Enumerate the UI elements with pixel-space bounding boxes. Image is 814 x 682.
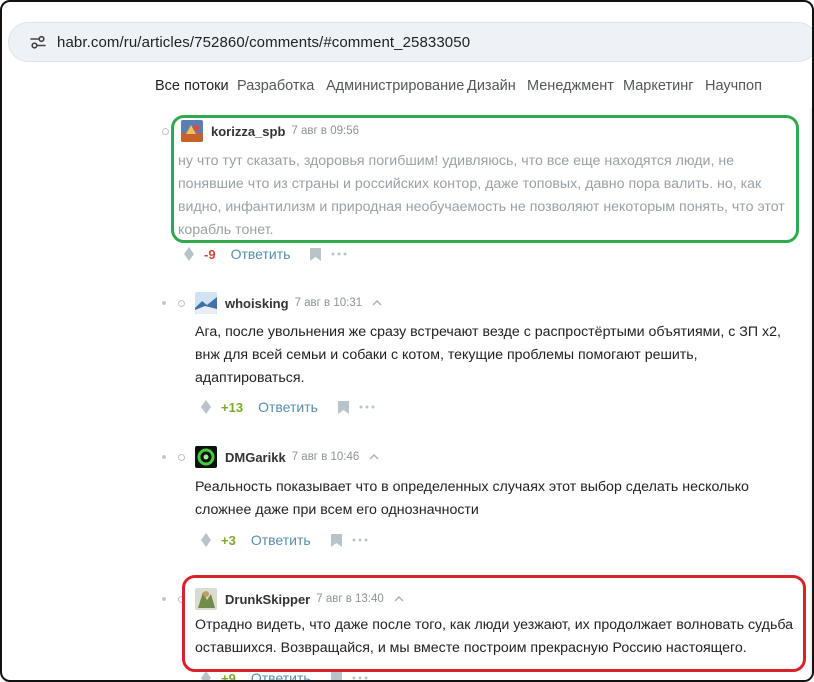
comment-actions: +3 Ответить	[201, 532, 368, 548]
comment-actions: +13 Ответить	[201, 399, 375, 415]
comment-time[interactable]: 7 авг в 10:46	[292, 451, 360, 463]
comment-score: -9	[204, 246, 216, 262]
thread-marker	[178, 453, 185, 461]
avatar[interactable]	[195, 292, 217, 314]
comment-author[interactable]: korizza_spb	[211, 124, 285, 139]
comments-card: korizza_spb 7 авг в 09:56 ну что тут ска…	[104, 108, 810, 682]
comment-actions: +9 Ответить	[201, 670, 368, 682]
reply-button[interactable]: Ответить	[251, 670, 311, 680]
habr-page: Все потоки Разработка Администрирование …	[104, 68, 812, 682]
comment-time[interactable]: 7 авг в 10:31	[295, 297, 363, 309]
screenshot-frame: habr.com/ru/articles/752860/comments/#co…	[0, 0, 814, 682]
reply-button[interactable]: Ответить	[258, 399, 318, 415]
chevron-up-icon[interactable]	[372, 300, 382, 306]
vote-arrow-icon[interactable]	[184, 247, 194, 261]
bookmark-icon[interactable]	[330, 533, 342, 547]
comment-actions: -9 Ответить	[184, 246, 347, 262]
comment-header: korizza_spb 7 авг в 09:56	[162, 120, 359, 142]
thread-marker	[162, 301, 166, 305]
comment-score: +13	[221, 399, 244, 415]
avatar[interactable]	[195, 446, 217, 468]
thread-marker	[178, 595, 185, 603]
comment-text: Ага, после увольнения же сразу встречают…	[195, 324, 781, 386]
nav-item-development[interactable]: Разработка	[237, 78, 314, 94]
reply-button[interactable]: Ответить	[231, 246, 291, 262]
reply-button[interactable]: Ответить	[251, 532, 311, 548]
comment-score: +3	[221, 532, 236, 548]
flows-nav: Все потоки Разработка Администрирование …	[104, 68, 812, 108]
more-icon[interactable]	[359, 405, 375, 409]
comment-text: ну что тут сказать, здоровья погибшим! у…	[178, 153, 785, 238]
comment-text: Отрадно видеть, что даже после того, как…	[195, 617, 794, 656]
comment-time[interactable]: 7 авг в 13:40	[316, 593, 384, 605]
chevron-up-icon[interactable]	[394, 596, 404, 602]
more-icon[interactable]	[352, 538, 368, 542]
nav-item-marketing[interactable]: Маркетинг	[623, 78, 694, 94]
nav-item-popsci[interactable]: Научпоп	[705, 78, 762, 94]
comment-header: DrunkSkipper 7 авг в 13:40	[162, 588, 404, 610]
nav-item-design[interactable]: Дизайн	[467, 78, 516, 94]
comment-score: +9	[221, 670, 236, 682]
thread-marker	[178, 299, 185, 307]
address-bar[interactable]: habr.com/ru/articles/752860/comments/#co…	[8, 22, 812, 62]
comment-author[interactable]: DrunkSkipper	[225, 592, 310, 607]
vote-arrow-icon[interactable]	[201, 533, 211, 547]
comment-author[interactable]: DMGarikk	[225, 450, 286, 465]
avatar[interactable]	[181, 120, 203, 142]
comment-header: DMGarikk 7 авг в 10:46	[162, 446, 379, 468]
more-icon[interactable]	[331, 252, 347, 256]
bookmark-icon[interactable]	[330, 671, 342, 680]
comment-time[interactable]: 7 авг в 09:56	[291, 125, 359, 137]
vote-arrow-icon[interactable]	[201, 400, 211, 414]
thread-marker	[162, 127, 169, 135]
url-text[interactable]: habr.com/ru/articles/752860/comments/#co…	[57, 34, 470, 51]
nav-item-administration[interactable]: Администрирование	[326, 78, 464, 94]
chevron-up-icon[interactable]	[369, 454, 379, 460]
vote-arrow-icon[interactable]	[201, 671, 211, 680]
nav-item-management[interactable]: Менеджмент	[527, 78, 614, 94]
nav-item-all[interactable]: Все потоки	[155, 78, 229, 94]
comment-text: Реальность показывает что в определенных…	[195, 479, 749, 518]
comment-author[interactable]: whoisking	[225, 296, 289, 311]
comment-header: whoisking 7 авг в 10:31	[162, 292, 382, 314]
thread-marker	[162, 455, 166, 459]
bookmark-icon[interactable]	[337, 400, 349, 414]
thread-marker	[162, 597, 166, 601]
site-settings-icon[interactable]	[27, 31, 49, 53]
avatar[interactable]	[195, 588, 217, 610]
bookmark-icon[interactable]	[310, 247, 322, 261]
more-icon[interactable]	[352, 676, 368, 680]
